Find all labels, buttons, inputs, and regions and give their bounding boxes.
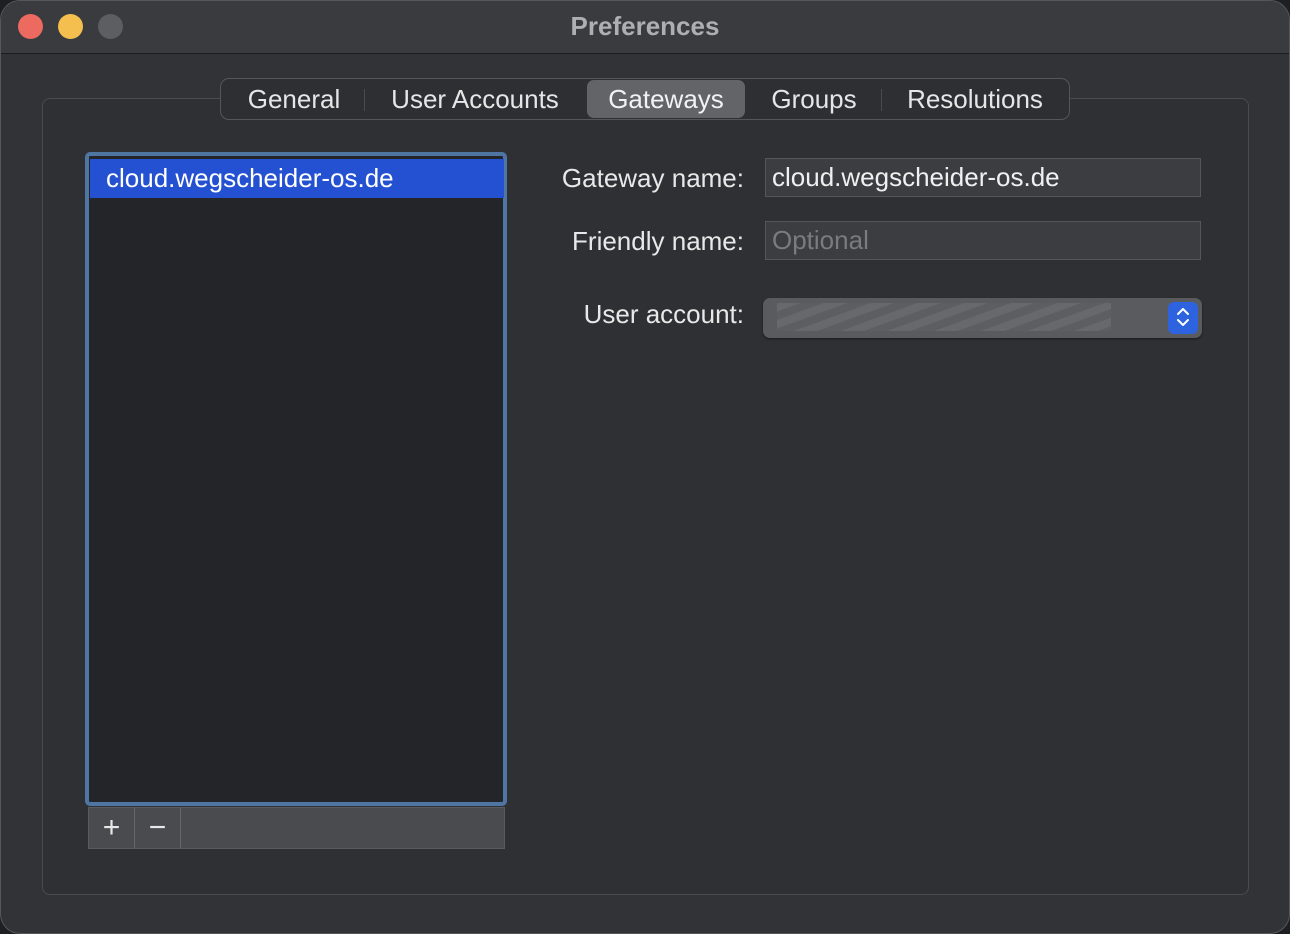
tab-separator	[364, 89, 365, 111]
tab-gateways[interactable]: Gateways	[587, 80, 745, 118]
remove-gateway-button[interactable]: −	[135, 808, 181, 848]
redacted-account-value	[777, 303, 1111, 331]
gateway-list[interactable]: cloud.wegscheider-os.de	[85, 152, 507, 806]
tab-user-accounts[interactable]: User Accounts	[367, 80, 583, 118]
gateway-name-field[interactable]	[765, 158, 1201, 197]
window-title: Preferences	[570, 11, 720, 41]
tab-separator	[881, 89, 882, 111]
title-bar: Preferences	[1, 1, 1289, 54]
friendly-name-field[interactable]	[765, 221, 1201, 260]
list-button-bar: + −	[88, 807, 505, 849]
list-item[interactable]: cloud.wegscheider-os.de	[90, 159, 504, 198]
tab-general[interactable]: General	[227, 80, 361, 118]
minus-icon: −	[148, 811, 167, 844]
preferences-window: Preferences General User Accounts Gatewa…	[0, 0, 1290, 934]
tab-bar: General User Accounts Gateways Groups Re…	[220, 78, 1070, 120]
plus-icon: +	[102, 811, 121, 844]
tab-resolutions[interactable]: Resolutions	[885, 80, 1065, 118]
friendly-name-label: Friendly name:	[572, 226, 744, 256]
user-account-popup[interactable]	[763, 298, 1202, 338]
user-account-label: User account:	[583, 299, 744, 329]
chevron-up-down-icon	[1168, 302, 1198, 334]
gateway-name-label: Gateway name:	[561, 163, 744, 193]
tab-groups[interactable]: Groups	[751, 80, 877, 118]
add-gateway-button[interactable]: +	[89, 808, 135, 848]
